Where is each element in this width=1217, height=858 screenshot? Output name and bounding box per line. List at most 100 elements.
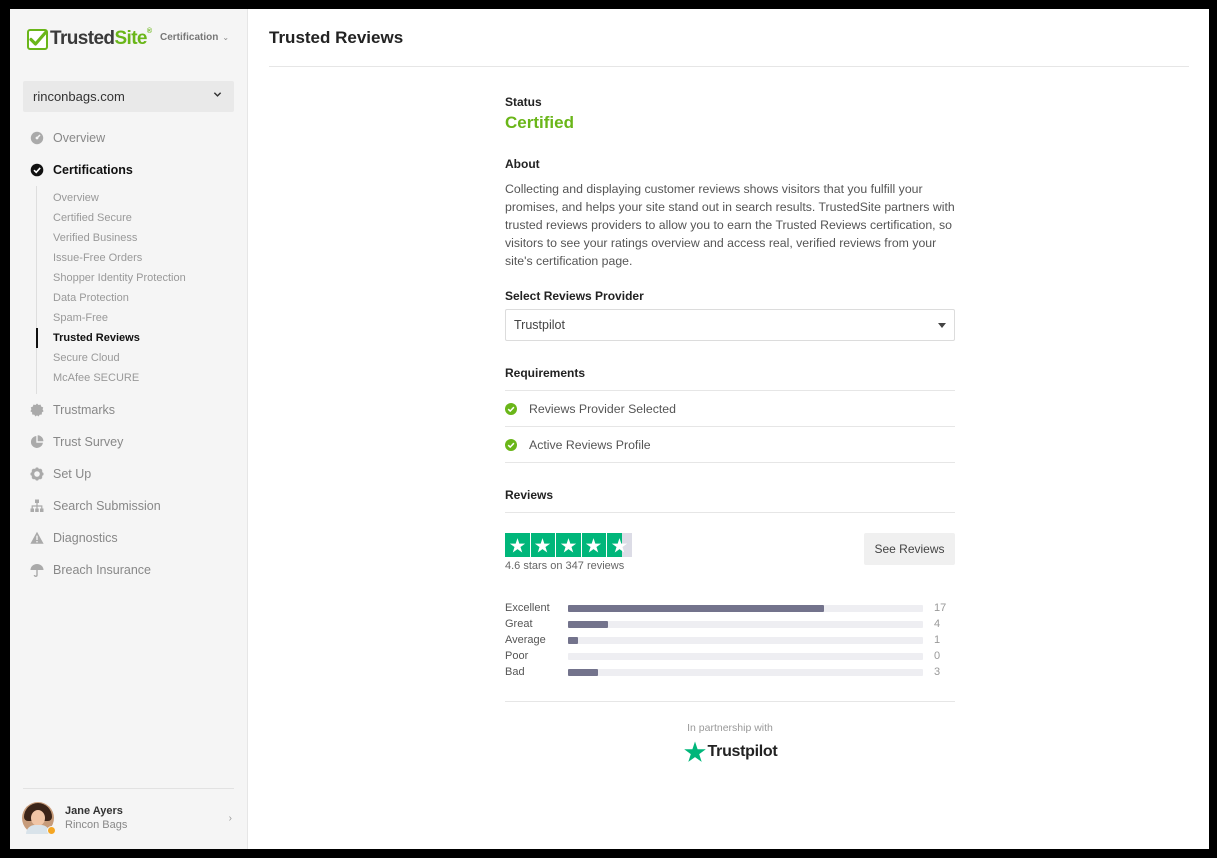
sidebar-item-breach-insurance[interactable]: Breach Insurance: [10, 554, 248, 586]
sidebar-item-diagnostics[interactable]: Diagnostics: [10, 522, 248, 554]
divider: [505, 462, 955, 463]
requirement-item: Active Reviews Profile: [505, 426, 955, 462]
star-icon: [530, 533, 555, 557]
distribution-count: 0: [934, 650, 941, 662]
sitemap-icon: [30, 499, 44, 513]
trustpilot-star-icon: [683, 741, 706, 762]
distribution-bar-fill: [568, 620, 609, 628]
distribution-row: Bad 3: [505, 664, 955, 680]
distribution-row: Great 4: [505, 616, 955, 632]
distribution-label: Bad: [505, 666, 525, 678]
sidebar-item-label: Diagnostics: [53, 531, 118, 545]
sidebar-item-search-submission[interactable]: Search Submission: [10, 490, 248, 522]
distribution-count: 4: [934, 618, 941, 630]
certification-switcher-label: Certification: [160, 32, 219, 43]
partnership: In partnership with Trustpilot: [505, 722, 955, 769]
sidebar-item-label: Set Up: [53, 467, 92, 481]
sidebar-item-label: Breach Insurance: [53, 563, 151, 577]
user-company: Rincon Bags: [65, 819, 128, 831]
dashboard-gauge-icon: [30, 131, 44, 145]
requirement-label: Reviews Provider Selected: [529, 401, 676, 416]
status-label: Status: [505, 95, 542, 109]
sidebar-item-set-up[interactable]: Set Up: [10, 458, 248, 490]
user-info: Jane Ayers Rincon Bags: [65, 805, 127, 831]
chevron-down-icon: [213, 92, 222, 97]
user-name: Jane Ayers: [65, 805, 123, 817]
sidebar-item-label: Certifications: [53, 163, 133, 177]
sidebar-item-certifications[interactable]: Certifications: [10, 154, 248, 186]
brand-name: TrustedSite®: [50, 28, 152, 49]
star-icon: [607, 533, 632, 557]
sidebar-item-overview[interactable]: Overview: [10, 122, 248, 154]
distribution-row: Average 1: [505, 632, 955, 648]
gear-icon: [30, 467, 44, 481]
status-value: Certified: [505, 113, 574, 132]
subnav-certified-secure[interactable]: Certified Secure: [37, 208, 248, 228]
trustedsite-logo[interactable]: TrustedSite®: [27, 27, 152, 51]
subnav-secure-cloud[interactable]: Secure Cloud: [37, 348, 248, 368]
chevron-right-icon: ›: [228, 813, 232, 824]
pie-chart-icon: [30, 435, 44, 449]
subnav-overview[interactable]: Overview: [37, 188, 248, 208]
trustpilot-wordmark: Trustpilot: [707, 743, 778, 760]
distribution-count: 1: [934, 634, 941, 646]
requirements-label: Requirements: [505, 366, 586, 380]
star-icon: [505, 533, 530, 557]
subnav-trusted-reviews[interactable]: Trusted Reviews: [36, 328, 248, 348]
distribution-count: 3: [934, 666, 941, 678]
sidebar-nav: Overview Certifications Overview Certifi…: [10, 122, 248, 586]
distribution-bar-fill: [568, 604, 824, 612]
avatar: [22, 802, 56, 835]
trustpilot-logo: Trustpilot: [683, 740, 778, 764]
sidebar-item-label: Overview: [53, 131, 106, 145]
distribution-label: Excellent: [505, 602, 550, 614]
distribution-row: Poor 0: [505, 648, 955, 664]
sidebar-item-label: Search Submission: [53, 499, 161, 513]
distribution-bar-track: [568, 604, 923, 612]
partnership-text: In partnership with: [687, 722, 773, 734]
subnav-issue-free-orders[interactable]: Issue-Free Orders: [37, 248, 248, 268]
requirement-label: Active Reviews Profile: [529, 437, 651, 452]
check-circle-icon: [505, 438, 517, 451]
distribution-label: Average: [505, 634, 546, 646]
umbrella-icon: [30, 563, 44, 577]
user-account-menu[interactable]: Jane Ayers Rincon Bags ›: [22, 801, 236, 835]
sidebar-item-label: Trustmarks: [53, 403, 116, 417]
subnav-data-protection[interactable]: Data Protection: [37, 288, 248, 308]
distribution-count: 17: [934, 602, 947, 614]
provider-label: Select Reviews Provider: [505, 289, 644, 303]
distribution-bar-fill: [568, 668, 599, 676]
badge-icon: [30, 403, 44, 417]
distribution-bar-fill: [568, 636, 578, 644]
distribution-bar-track: [568, 652, 923, 660]
site-selector[interactable]: rinconbags.com: [23, 81, 234, 112]
subnav-shopper-identity-protection[interactable]: Shopper Identity Protection: [37, 268, 248, 288]
distribution-label: Great: [505, 618, 533, 630]
sidebar-item-trustmarks[interactable]: Trustmarks: [10, 394, 248, 426]
rating-summary: 4.6 stars on 347 reviews See Reviews: [505, 533, 955, 575]
subnav-verified-business[interactable]: Verified Business: [37, 228, 248, 248]
sidebar-item-trust-survey[interactable]: Trust Survey: [10, 426, 248, 458]
divider: [23, 788, 234, 789]
check-circle-icon: [505, 402, 517, 415]
subnav-spam-free[interactable]: Spam-Free: [37, 308, 248, 328]
about-text: Collecting and displaying customer revie…: [505, 182, 955, 268]
caret-down-icon: [938, 323, 946, 328]
main-content: Status Certified About Collecting and di…: [505, 95, 955, 769]
see-reviews-button[interactable]: See Reviews: [864, 533, 955, 565]
certification-switcher[interactable]: Certification ⌄: [160, 32, 229, 43]
check-circle-icon: [30, 163, 44, 177]
divider: [505, 701, 955, 702]
divider: [269, 66, 1189, 67]
certifications-submenu: Overview Certified Secure Verified Busin…: [36, 186, 248, 394]
reviews-provider-value: Trustpilot: [514, 318, 565, 332]
rating-distribution: Excellent 17 Great 4 Average 1 Poor 0 Bad 3: [505, 600, 955, 680]
sidebar-item-label: Trust Survey: [53, 435, 124, 449]
distribution-row: Excellent 17: [505, 600, 955, 616]
divider: [505, 512, 955, 513]
reviews-provider-select[interactable]: Trustpilot: [505, 309, 955, 341]
subnav-mcafee-secure[interactable]: McAfee SECURE: [37, 368, 248, 388]
distribution-bar-track: [568, 636, 923, 644]
page-title: Trusted Reviews: [269, 28, 404, 47]
distribution-bar-track: [568, 668, 923, 676]
